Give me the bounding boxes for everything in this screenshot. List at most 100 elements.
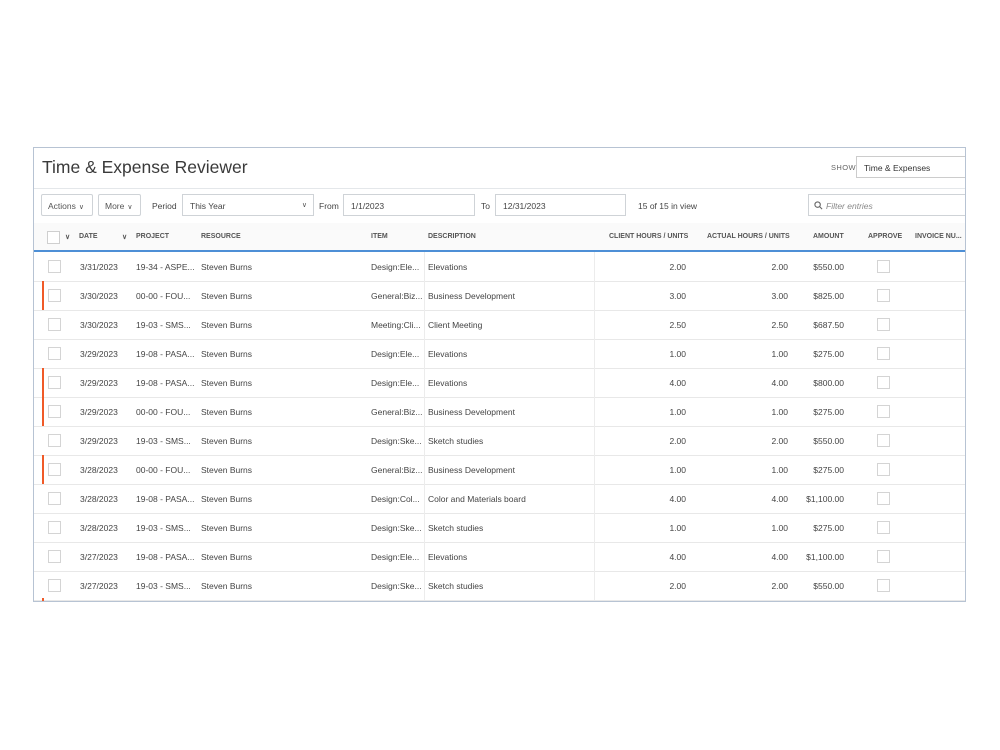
col-invoice[interactable]: INVOICE NU... — [915, 233, 962, 240]
cell-actual-hours: 4.00 — [771, 494, 788, 504]
cell-item: Design:Ske... — [371, 581, 422, 591]
cell-description: Business Development — [428, 465, 515, 475]
row-checkbox[interactable] — [48, 376, 61, 389]
column-divider — [424, 310, 425, 339]
cell-project[interactable]: 19-03 - SMS... — [136, 523, 191, 533]
cell-project[interactable]: 19-08 - PASA... — [136, 349, 194, 359]
select-all-checkbox[interactable] — [47, 231, 60, 244]
row-checkbox[interactable] — [48, 347, 61, 360]
col-date[interactable]: DATE — [79, 233, 98, 240]
approve-checkbox[interactable] — [877, 550, 890, 563]
cell-project[interactable]: 00-00 - FOU... — [136, 465, 190, 475]
table-row[interactable]: 3/29/2023 19-08 - PASA... Steven Burns Desi… — [34, 368, 965, 398]
more-button[interactable]: More ∨ — [98, 194, 141, 216]
cell-project[interactable]: 19-03 - SMS... — [136, 436, 191, 446]
col-amount[interactable]: AMOUNT — [813, 233, 844, 240]
cell-amount: $825.00 — [813, 291, 844, 301]
time-expense-panel: Time & Expense Reviewer SHOW Time & Expe… — [33, 147, 966, 602]
cell-actual-hours: 2.00 — [771, 581, 788, 591]
approve-checkbox[interactable] — [877, 434, 890, 447]
row-flag — [42, 397, 44, 426]
approve-checkbox[interactable] — [877, 347, 890, 360]
row-checkbox[interactable] — [48, 463, 61, 476]
table-row[interactable]: 3/29/2023 19-08 - PASA... Steven Burns Desi… — [34, 339, 965, 369]
table-row[interactable]: 3/30/2023 00-00 - FOU... Steven Burns Gener… — [34, 281, 965, 311]
table-row[interactable]: 3/28/2023 00-00 - FOU... Steven Burns Gener… — [34, 455, 965, 485]
row-checkbox[interactable] — [48, 318, 61, 331]
cell-date: 3/31/2023 — [80, 262, 118, 272]
row-checkbox[interactable] — [48, 492, 61, 505]
col-project[interactable]: PROJECT — [136, 233, 169, 240]
row-checkbox[interactable] — [48, 405, 61, 418]
table-row[interactable]: 3/30/2023 19-03 - SMS... Steven Burns Meeti… — [34, 310, 965, 340]
col-description[interactable]: DESCRIPTION — [428, 233, 476, 240]
row-checkbox[interactable] — [48, 289, 61, 302]
more-label: More — [105, 201, 125, 211]
cell-project[interactable]: 19-08 - PASA... — [136, 494, 194, 504]
cell-description: Sketch studies — [428, 581, 484, 591]
show-select[interactable]: Time & Expenses — [856, 156, 965, 178]
col-client-hours[interactable]: CLIENT HOURS / UNITS — [609, 233, 688, 240]
actions-button[interactable]: Actions ∨ — [41, 194, 93, 216]
filter-input[interactable]: Filter entries — [808, 194, 965, 216]
title-bar: Time & Expense Reviewer SHOW Time & Expe… — [34, 148, 965, 189]
row-checkbox[interactable] — [48, 434, 61, 447]
approve-checkbox[interactable] — [877, 405, 890, 418]
approve-checkbox[interactable] — [877, 318, 890, 331]
column-divider — [594, 542, 595, 571]
approve-checkbox[interactable] — [877, 579, 890, 592]
table-row[interactable]: 3/29/2023 19-03 - SMS... Steven Burns Desig… — [34, 426, 965, 456]
col-actual-hours[interactable]: ACTUAL HOURS / UNITS — [707, 233, 790, 240]
cell-item: Design:Col... — [371, 494, 420, 504]
cell-project[interactable]: 19-03 - SMS... — [136, 320, 191, 330]
cell-resource: Steven Burns — [201, 523, 253, 533]
page-title: Time & Expense Reviewer — [42, 157, 248, 177]
row-checkbox[interactable] — [48, 260, 61, 273]
cell-amount: $1,100.00 — [806, 494, 844, 504]
from-date-input[interactable]: 1/1/2023 — [343, 194, 475, 216]
approve-checkbox[interactable] — [877, 521, 890, 534]
cell-amount: $275.00 — [813, 465, 844, 475]
cell-project[interactable]: 19-08 - PASA... — [136, 378, 194, 388]
cell-project[interactable]: 00-00 - FOU... — [136, 291, 190, 301]
cell-project[interactable]: 19-34 - ASPE... — [136, 262, 195, 272]
row-checkbox[interactable] — [48, 521, 61, 534]
cell-description: Business Development — [428, 407, 515, 417]
column-divider — [424, 484, 425, 513]
select-menu-chevron-icon[interactable]: ∨ — [65, 233, 70, 241]
approve-checkbox[interactable] — [877, 260, 890, 273]
filter-placeholder: Filter entries — [826, 201, 873, 211]
table-row[interactable]: 3/31/2023 19-34 - ASPE... Steven Burns Desi… — [34, 252, 965, 282]
toolbar: Actions ∨ More ∨ Period This Year ∨ From 1… — [34, 189, 965, 222]
col-resource[interactable]: RESOURCE — [201, 233, 241, 240]
column-divider — [594, 513, 595, 542]
table-row[interactable]: 3/28/2023 19-08 - PASA... Steven Burns Desi… — [34, 484, 965, 514]
col-approve[interactable]: APPROVE — [868, 233, 902, 240]
approve-checkbox[interactable] — [877, 289, 890, 302]
col-item[interactable]: ITEM — [371, 233, 388, 240]
column-divider — [594, 426, 595, 455]
period-select[interactable]: This Year ∨ — [182, 194, 314, 216]
approve-checkbox[interactable] — [877, 463, 890, 476]
cell-project[interactable]: 19-08 - PASA... — [136, 552, 194, 562]
cell-description: Elevations — [428, 552, 468, 562]
cell-project[interactable]: 19-03 - SMS... — [136, 581, 191, 591]
column-divider — [424, 513, 425, 542]
sort-chevron-icon[interactable]: ∨ — [122, 233, 127, 241]
cell-description: Business Development — [428, 291, 515, 301]
row-flag — [42, 455, 44, 484]
cell-amount: $550.00 — [813, 262, 844, 272]
table-row[interactable]: 3/29/2023 00-00 - FOU... Steven Burns Gener… — [34, 397, 965, 427]
cell-description: Elevations — [428, 378, 468, 388]
table-row[interactable]: 3/27/2023 19-03 - SMS... Steven Burns Desig… — [34, 571, 965, 601]
cell-project[interactable]: 00-00 - FOU... — [136, 407, 190, 417]
table-row[interactable]: 3/28/2023 19-03 - SMS... Steven Burns Desig… — [34, 513, 965, 543]
row-checkbox[interactable] — [48, 579, 61, 592]
table-row[interactable]: 3/27/2023 19-08 - PASA... Steven Burns Desi… — [34, 542, 965, 572]
row-checkbox[interactable] — [48, 550, 61, 563]
approve-checkbox[interactable] — [877, 376, 890, 389]
cell-amount: $275.00 — [813, 407, 844, 417]
cell-resource: Steven Burns — [201, 581, 253, 591]
approve-checkbox[interactable] — [877, 492, 890, 505]
to-date-input[interactable]: 12/31/2023 — [495, 194, 626, 216]
